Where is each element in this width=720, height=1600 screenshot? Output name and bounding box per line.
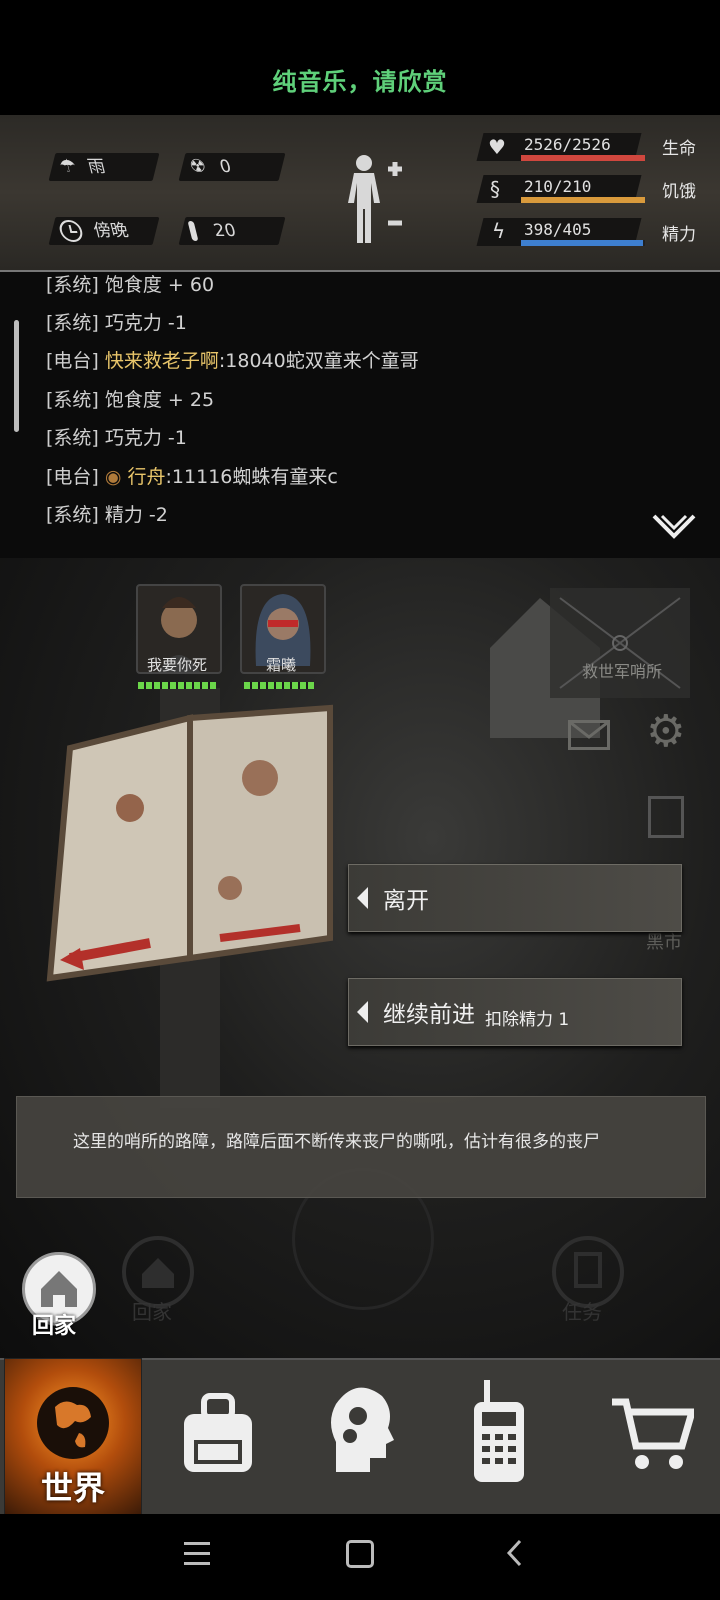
nav-world-label: 世界 bbox=[40, 1469, 105, 1507]
time-display: 傍晚 bbox=[57, 217, 132, 245]
location-label[interactable]: 救世军哨所 bbox=[582, 658, 662, 682]
choice-label: 离开 bbox=[383, 888, 429, 914]
home-square-icon[interactable] bbox=[346, 1540, 374, 1568]
continue-forward-button[interactable]: 继续前进 扣除精力 1 bbox=[348, 978, 682, 1046]
expand-log-icon[interactable] bbox=[652, 512, 696, 542]
radio-sender[interactable]: 行舟 bbox=[128, 466, 166, 488]
log-line: [系统] 饱食度 + 25 bbox=[46, 389, 215, 411]
stomach-icon: § bbox=[490, 177, 500, 201]
task-label: 任务 bbox=[562, 1300, 602, 1324]
body-status-button[interactable] bbox=[344, 151, 412, 251]
system-nav-bar bbox=[0, 1514, 720, 1600]
caret-left-icon bbox=[357, 1001, 368, 1023]
nav-backpack-tab[interactable] bbox=[178, 1390, 258, 1480]
health-fill bbox=[521, 155, 645, 161]
energy-fill bbox=[521, 240, 643, 246]
body-figure-icon bbox=[348, 155, 402, 243]
head-gears-icon bbox=[331, 1387, 394, 1472]
choice-label: 继续前进 bbox=[383, 1002, 475, 1028]
radio-sender[interactable]: 快来救老子啊 bbox=[105, 350, 219, 372]
home-ghost-label: 回家 bbox=[132, 1300, 172, 1324]
walkie-talkie-icon bbox=[474, 1380, 524, 1482]
health-label: 生命 bbox=[662, 139, 696, 159]
party-member-health bbox=[244, 682, 315, 689]
message-log[interactable]: [系统] 饱食度 + 60 [系统] 巧克力 -1 [电台] 快来救老子啊:18… bbox=[0, 272, 720, 558]
hunger-label: 饥饿 bbox=[662, 182, 696, 202]
log-line: [电台] ◉ 行舟:11116蜘蛛有童来c bbox=[46, 466, 338, 488]
choice-cost: 扣除精力 1 bbox=[485, 1010, 570, 1030]
back-icon[interactable] bbox=[506, 1538, 524, 1572]
hunger-value: 210/210 bbox=[524, 177, 592, 196]
health-value: 2526/2526 bbox=[524, 135, 611, 154]
party-member-health bbox=[138, 682, 216, 689]
settings-gear-icon[interactable]: ⚙ bbox=[646, 710, 685, 754]
heart-pulse-icon: ♥ bbox=[488, 135, 506, 159]
log-line: [系统] 巧克力 -1 bbox=[46, 427, 187, 449]
energy-label: 精力 bbox=[662, 225, 696, 245]
top-banner bbox=[0, 0, 720, 115]
gift-icon[interactable] bbox=[648, 796, 684, 838]
event-scene: 救世军哨所 ⚙ 黑市 我要你死 霜曦 离开 继续前进 扣除精力 1 bbox=[0, 558, 720, 1358]
log-line: [系统] 巧克力 -1 bbox=[46, 312, 187, 334]
log-scrollbar[interactable] bbox=[14, 320, 19, 432]
party-member-name: 我要你死 bbox=[146, 656, 207, 674]
weather-display: ☂ 雨 bbox=[57, 153, 109, 181]
mail-icon[interactable] bbox=[568, 720, 610, 750]
backpack-icon bbox=[184, 1393, 252, 1472]
party-member-name: 霜曦 bbox=[265, 656, 296, 674]
hunger-fill bbox=[521, 197, 645, 203]
temperature-display: 20 bbox=[187, 217, 240, 245]
log-line: [电台] 快来救老子啊:18040蛇双童来个童哥 bbox=[46, 350, 419, 372]
road-sign-illustration bbox=[46, 688, 333, 1108]
shopping-cart-icon bbox=[612, 1398, 697, 1469]
music-banner: 纯音乐，请欣赏 bbox=[272, 68, 448, 96]
clock-icon bbox=[57, 220, 85, 242]
player-avatar-icon: ◉ bbox=[104, 466, 122, 488]
leave-button[interactable]: 离开 bbox=[348, 864, 682, 932]
clipboard-icon bbox=[574, 1252, 602, 1288]
caret-left-icon bbox=[357, 887, 368, 909]
menu-icon[interactable] bbox=[184, 1542, 210, 1565]
event-description: 这里的哨所的路障，路障后面不断传来丧尸的嘶吼，估计有很多的丧尸 bbox=[73, 1132, 600, 1152]
nav-shop-tab[interactable] bbox=[610, 1396, 697, 1472]
home-label[interactable]: 回家 bbox=[32, 1308, 76, 1340]
energy-value: 398/405 bbox=[524, 220, 592, 239]
status-panel: ☂ 雨 ☢ 0 傍晚 20 ♥ 2526/2526 生命 § 210/210 饥… bbox=[0, 115, 720, 272]
nav-skills-tab[interactable] bbox=[326, 1382, 396, 1482]
lightning-icon: ϟ bbox=[492, 219, 506, 243]
nav-radio-tab[interactable] bbox=[470, 1380, 528, 1484]
radiation-display: ☢ 0 bbox=[187, 153, 235, 181]
log-line: [系统] 精力 -2 bbox=[46, 504, 168, 526]
nav-world-tab[interactable]: 世界 bbox=[4, 1358, 142, 1516]
time-of-day-value: 傍晚 bbox=[91, 221, 131, 241]
event-description-box: 这里的哨所的路障，路障后面不断传来丧尸的嘶吼，估计有很多的丧尸 bbox=[16, 1096, 706, 1198]
log-line: [系统] 饱食度 + 60 bbox=[46, 274, 215, 296]
home-icon bbox=[142, 1258, 174, 1288]
